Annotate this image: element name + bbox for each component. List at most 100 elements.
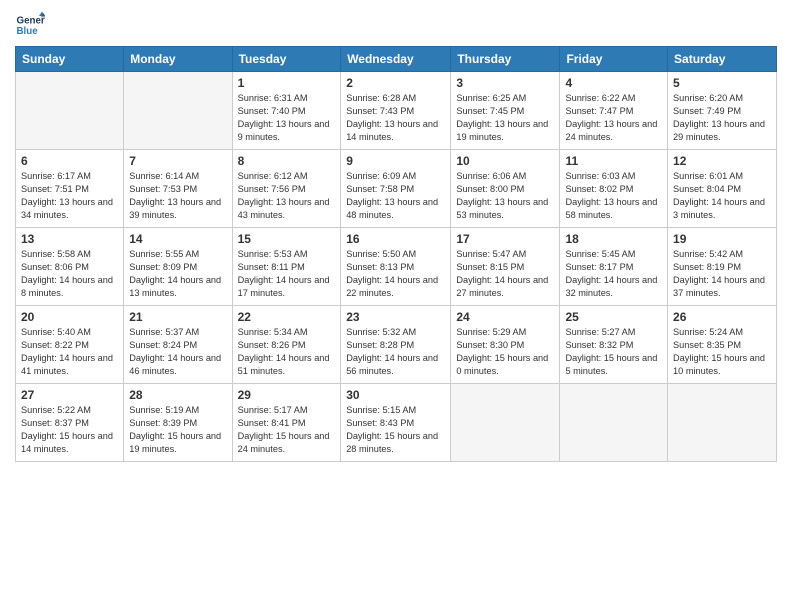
calendar-cell: 21Sunrise: 5:37 AM Sunset: 8:24 PM Dayli… bbox=[124, 306, 232, 384]
day-number: 25 bbox=[565, 310, 662, 324]
day-number: 26 bbox=[673, 310, 771, 324]
day-number: 15 bbox=[238, 232, 336, 246]
day-info: Sunrise: 6:01 AM Sunset: 8:04 PM Dayligh… bbox=[673, 170, 771, 222]
day-info: Sunrise: 5:22 AM Sunset: 8:37 PM Dayligh… bbox=[21, 404, 118, 456]
day-info: Sunrise: 6:14 AM Sunset: 7:53 PM Dayligh… bbox=[129, 170, 226, 222]
calendar-cell: 5 Sunrise: 6:20 AM Sunset: 7:49 PM Daylig… bbox=[668, 72, 777, 150]
calendar-table: SundayMondayTuesdayWednesdayThursdayFrid… bbox=[15, 46, 777, 462]
day-number: 29 bbox=[238, 388, 336, 402]
day-info: Sunrise: 5:55 AM Sunset: 8:09 PM Dayligh… bbox=[129, 248, 226, 300]
day-info: Sunrise: 5:19 AM Sunset: 8:39 PM Dayligh… bbox=[129, 404, 226, 456]
logo: General Blue bbox=[15, 10, 45, 40]
calendar-cell: 9Sunrise: 6:09 AM Sunset: 7:58 PM Daylig… bbox=[341, 150, 451, 228]
day-info: Sunrise: 5:17 AM Sunset: 8:41 PM Dayligh… bbox=[238, 404, 336, 456]
calendar-cell bbox=[124, 72, 232, 150]
day-info: Sunrise: 5:34 AM Sunset: 8:26 PM Dayligh… bbox=[238, 326, 336, 378]
weekday-header-saturday: Saturday bbox=[668, 47, 777, 72]
day-info: Sunrise: 6:12 AM Sunset: 7:56 PM Dayligh… bbox=[238, 170, 336, 222]
calendar-cell: 10 Sunrise: 6:06 AM Sunset: 8:00 PM Dayli… bbox=[451, 150, 560, 228]
logo-icon: General Blue bbox=[15, 10, 45, 40]
day-number: 12 bbox=[673, 154, 771, 168]
day-number: 28 bbox=[129, 388, 226, 402]
day-info: Sunrise: 6:09 AM Sunset: 7:58 PM Dayligh… bbox=[346, 170, 445, 222]
calendar-cell: 27 Sunrise: 5:22 AM Sunset: 8:37 PM Dayli… bbox=[16, 384, 124, 462]
day-number: 13 bbox=[21, 232, 118, 246]
day-number: 10 bbox=[456, 154, 554, 168]
day-info: Sunrise: 6:06 AM Sunset: 8:00 PM Dayligh… bbox=[456, 170, 554, 222]
day-info: Sunrise: 6:28 AM Sunset: 7:43 PM Dayligh… bbox=[346, 92, 445, 144]
day-info: Sunrise: 5:53 AM Sunset: 8:11 PM Dayligh… bbox=[238, 248, 336, 300]
day-info: Sunrise: 6:22 AM Sunset: 7:47 PM Dayligh… bbox=[565, 92, 662, 144]
calendar-cell: 19Sunrise: 5:42 AM Sunset: 8:19 PM Dayli… bbox=[668, 228, 777, 306]
day-info: Sunrise: 6:20 AM Sunset: 7:49 PM Dayligh… bbox=[673, 92, 771, 144]
calendar-cell bbox=[451, 384, 560, 462]
day-info: Sunrise: 5:50 AM Sunset: 8:13 PM Dayligh… bbox=[346, 248, 445, 300]
calendar-cell: 17 Sunrise: 5:47 AM Sunset: 8:15 PM Dayli… bbox=[451, 228, 560, 306]
day-info: Sunrise: 5:24 AM Sunset: 8:35 PM Dayligh… bbox=[673, 326, 771, 378]
weekday-header-friday: Friday bbox=[560, 47, 668, 72]
day-number: 5 bbox=[673, 76, 771, 90]
day-number: 22 bbox=[238, 310, 336, 324]
day-number: 17 bbox=[456, 232, 554, 246]
calendar-cell: 25 Sunrise: 5:27 AM Sunset: 8:32 PM Dayli… bbox=[560, 306, 668, 384]
calendar-cell: 14 Sunrise: 5:55 AM Sunset: 8:09 PM Dayli… bbox=[124, 228, 232, 306]
svg-text:General: General bbox=[17, 16, 46, 27]
weekday-header-thursday: Thursday bbox=[451, 47, 560, 72]
calendar-cell: 13 Sunrise: 5:58 AM Sunset: 8:06 PM Dayli… bbox=[16, 228, 124, 306]
day-info: Sunrise: 6:17 AM Sunset: 7:51 PM Dayligh… bbox=[21, 170, 118, 222]
day-number: 23 bbox=[346, 310, 445, 324]
calendar-cell bbox=[16, 72, 124, 150]
weekday-header-monday: Monday bbox=[124, 47, 232, 72]
day-info: Sunrise: 6:25 AM Sunset: 7:45 PM Dayligh… bbox=[456, 92, 554, 144]
svg-text:Blue: Blue bbox=[17, 26, 39, 37]
day-number: 27 bbox=[21, 388, 118, 402]
calendar-cell: 24 Sunrise: 5:29 AM Sunset: 8:30 PM Dayli… bbox=[451, 306, 560, 384]
day-info: Sunrise: 5:27 AM Sunset: 8:32 PM Dayligh… bbox=[565, 326, 662, 378]
day-number: 30 bbox=[346, 388, 445, 402]
calendar-cell: 23 Sunrise: 5:32 AM Sunset: 8:28 PM Dayli… bbox=[341, 306, 451, 384]
calendar-cell: 4 Sunrise: 6:22 AM Sunset: 7:47 PM Daylig… bbox=[560, 72, 668, 150]
calendar-week-3: 13 Sunrise: 5:58 AM Sunset: 8:06 PM Dayli… bbox=[16, 228, 777, 306]
day-number: 20 bbox=[21, 310, 118, 324]
calendar-cell: 2 Sunrise: 6:28 AM Sunset: 7:43 PM Daylig… bbox=[341, 72, 451, 150]
calendar-cell: 7 Sunrise: 6:14 AM Sunset: 7:53 PM Daylig… bbox=[124, 150, 232, 228]
calendar-cell: 29 Sunrise: 5:17 AM Sunset: 8:41 PM Dayli… bbox=[232, 384, 341, 462]
day-number: 8 bbox=[238, 154, 336, 168]
calendar-cell: 26 Sunrise: 5:24 AM Sunset: 8:35 PM Dayli… bbox=[668, 306, 777, 384]
calendar-cell bbox=[668, 384, 777, 462]
day-number: 3 bbox=[456, 76, 554, 90]
calendar-cell: 6 Sunrise: 6:17 AM Sunset: 7:51 PM Daylig… bbox=[16, 150, 124, 228]
calendar-cell: 16Sunrise: 5:50 AM Sunset: 8:13 PM Dayli… bbox=[341, 228, 451, 306]
calendar-cell: 12 Sunrise: 6:01 AM Sunset: 8:04 PM Dayli… bbox=[668, 150, 777, 228]
calendar-week-2: 6 Sunrise: 6:17 AM Sunset: 7:51 PM Daylig… bbox=[16, 150, 777, 228]
day-info: Sunrise: 5:32 AM Sunset: 8:28 PM Dayligh… bbox=[346, 326, 445, 378]
day-info: Sunrise: 5:15 AM Sunset: 8:43 PM Dayligh… bbox=[346, 404, 445, 456]
day-number: 11 bbox=[565, 154, 662, 168]
day-info: Sunrise: 5:29 AM Sunset: 8:30 PM Dayligh… bbox=[456, 326, 554, 378]
header: General Blue bbox=[15, 10, 777, 40]
page: General Blue SundayMondayTuesdayWednesda… bbox=[0, 0, 792, 612]
calendar-cell: 1Sunrise: 6:31 AM Sunset: 7:40 PM Daylig… bbox=[232, 72, 341, 150]
day-number: 24 bbox=[456, 310, 554, 324]
day-info: Sunrise: 5:47 AM Sunset: 8:15 PM Dayligh… bbox=[456, 248, 554, 300]
day-info: Sunrise: 6:31 AM Sunset: 7:40 PM Dayligh… bbox=[238, 92, 336, 144]
day-info: Sunrise: 5:40 AM Sunset: 8:22 PM Dayligh… bbox=[21, 326, 118, 378]
weekday-header-sunday: Sunday bbox=[16, 47, 124, 72]
day-info: Sunrise: 5:58 AM Sunset: 8:06 PM Dayligh… bbox=[21, 248, 118, 300]
calendar-week-4: 20 Sunrise: 5:40 AM Sunset: 8:22 PM Dayli… bbox=[16, 306, 777, 384]
calendar-cell: 11 Sunrise: 6:03 AM Sunset: 8:02 PM Dayli… bbox=[560, 150, 668, 228]
day-info: Sunrise: 5:45 AM Sunset: 8:17 PM Dayligh… bbox=[565, 248, 662, 300]
day-number: 6 bbox=[21, 154, 118, 168]
day-number: 7 bbox=[129, 154, 226, 168]
calendar-cell: 18 Sunrise: 5:45 AM Sunset: 8:17 PM Dayli… bbox=[560, 228, 668, 306]
day-number: 18 bbox=[565, 232, 662, 246]
day-number: 2 bbox=[346, 76, 445, 90]
calendar-week-5: 27 Sunrise: 5:22 AM Sunset: 8:37 PM Dayli… bbox=[16, 384, 777, 462]
day-info: Sunrise: 6:03 AM Sunset: 8:02 PM Dayligh… bbox=[565, 170, 662, 222]
day-info: Sunrise: 5:42 AM Sunset: 8:19 PM Dayligh… bbox=[673, 248, 771, 300]
calendar-cell: 8 Sunrise: 6:12 AM Sunset: 7:56 PM Daylig… bbox=[232, 150, 341, 228]
calendar-week-1: 1Sunrise: 6:31 AM Sunset: 7:40 PM Daylig… bbox=[16, 72, 777, 150]
day-number: 14 bbox=[129, 232, 226, 246]
day-number: 21 bbox=[129, 310, 226, 324]
day-number: 4 bbox=[565, 76, 662, 90]
